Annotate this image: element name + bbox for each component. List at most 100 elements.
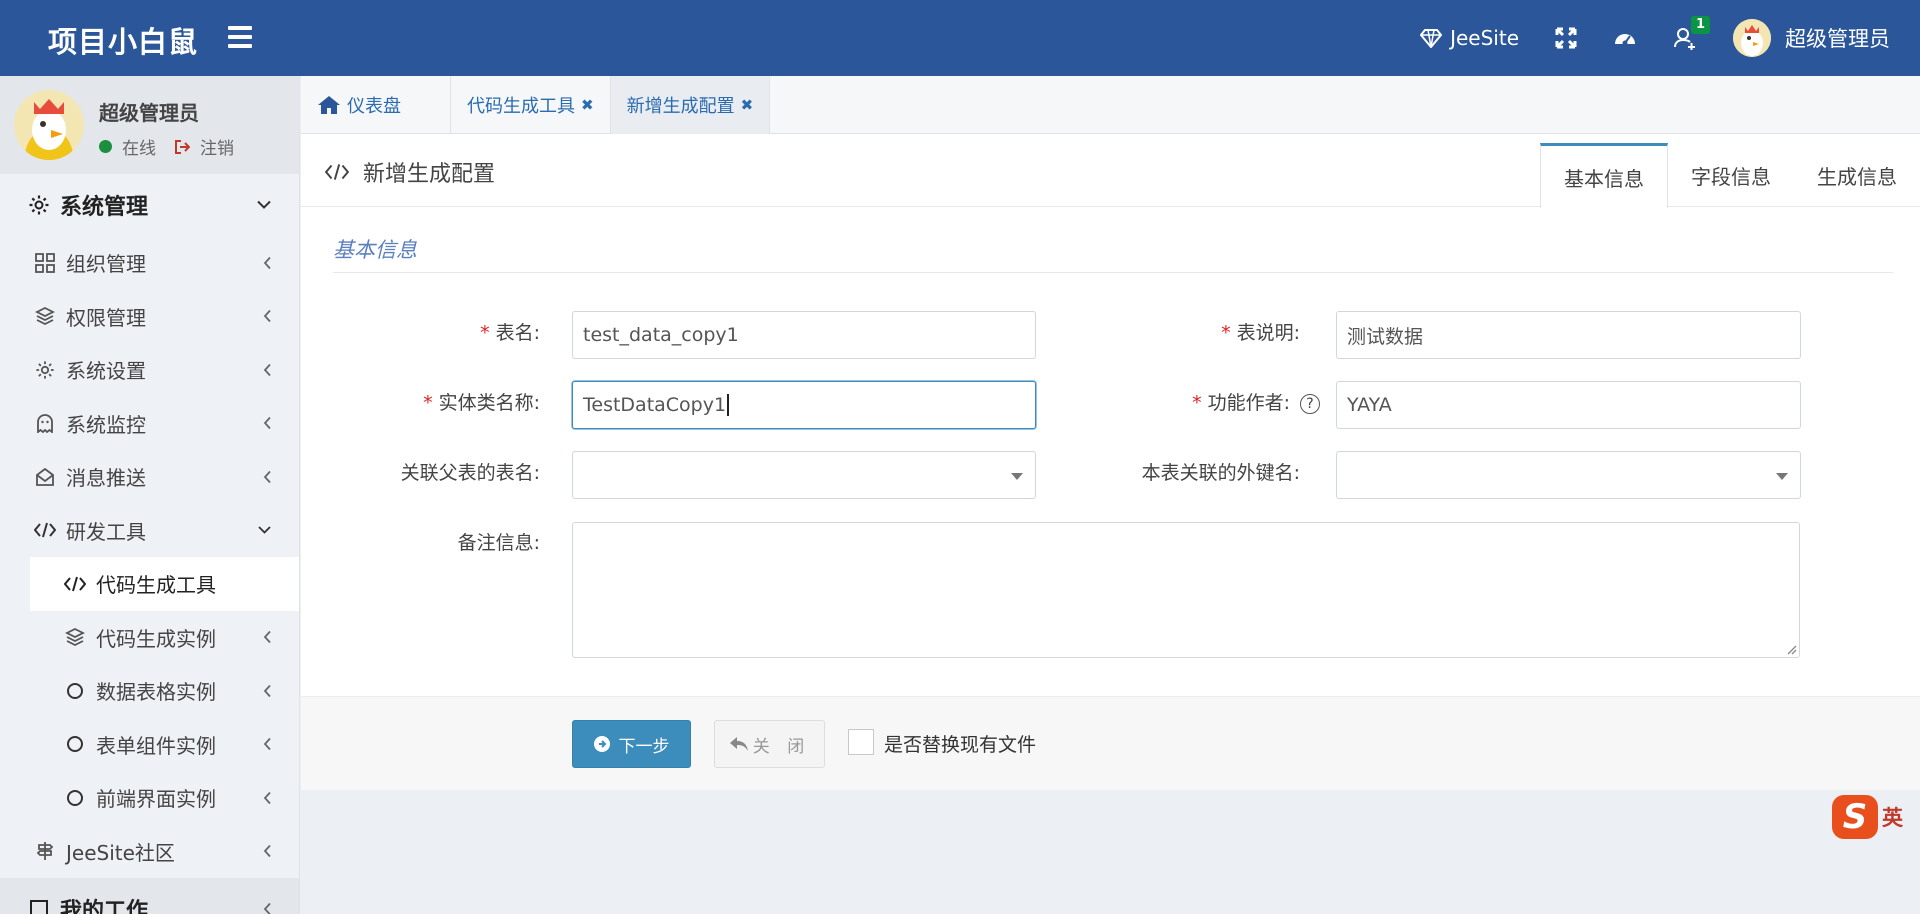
brand-title[interactable]: 项目小白鼠	[48, 19, 198, 61]
circle-icon	[62, 733, 88, 755]
tab-label: 仪表盘	[347, 96, 401, 117]
code-icon	[325, 164, 349, 180]
sidebar-item-label: 权限管理	[66, 305, 146, 330]
tab-generate-info[interactable]: 生成信息	[1794, 143, 1920, 207]
sidebar-item-label: 系统监控	[66, 412, 146, 437]
close-icon[interactable]: ✖	[741, 96, 754, 114]
page-title-text: 新增生成配置	[363, 162, 496, 187]
menu-toggle-icon[interactable]	[228, 26, 252, 48]
notification-badge: 1	[1691, 16, 1711, 34]
parent-table-label: 关联父表的表名:	[400, 462, 540, 484]
online-dot-icon	[99, 140, 112, 153]
user-menu[interactable]: 超级管理员	[1715, 0, 1920, 76]
sidebar-item-monitor[interactable]: 系统监控	[0, 397, 299, 451]
sidebar-item-label: 表单组件实例	[96, 733, 216, 758]
fullscreen-button[interactable]	[1537, 0, 1595, 76]
arrow-circle-right-icon	[593, 736, 610, 752]
chevron-left-icon	[263, 470, 271, 483]
header-user-name: 超级管理员	[1785, 27, 1890, 51]
next-step-button[interactable]: 下一步	[572, 720, 691, 768]
circle-icon	[62, 787, 88, 809]
tab-new-config[interactable]: 新增生成配置 ✖	[610, 76, 771, 134]
page-tabs: 仪表盘 代码生成工具 ✖ 新增生成配置 ✖	[301, 76, 1920, 134]
sidebar-item-devtools[interactable]: 研发工具	[0, 504, 299, 558]
sidebar-item-label: 组织管理	[66, 252, 146, 277]
close-button[interactable]: 关 闭	[714, 720, 825, 768]
chevron-left-icon	[263, 417, 271, 430]
sidebar-section-system[interactable]: 系统管理	[0, 174, 299, 236]
replace-files-label: 是否替换现有文件	[884, 734, 1037, 756]
sidebar-nav: 系统管理 组织管理 权限管理 系统设置 系统监控 消息推送 研发工具 代码生成工…	[0, 174, 299, 914]
page-title: 新增生成配置	[325, 156, 495, 188]
table-desc-label: * 表说明:	[1221, 322, 1300, 344]
logout-icon	[175, 139, 190, 154]
layers-icon	[62, 626, 88, 648]
gear-icon	[26, 194, 52, 216]
chevron-down-icon	[258, 526, 271, 535]
class-name-input[interactable]: TestDataCopy1	[572, 381, 1036, 429]
jeesite-link[interactable]: JeeSite	[1402, 0, 1537, 76]
chevron-left-icon	[263, 256, 271, 269]
sidebar-item-label: 研发工具	[66, 519, 146, 544]
tab-field-info[interactable]: 字段信息	[1668, 143, 1794, 207]
chevron-left-icon	[263, 310, 271, 323]
chevron-left-icon	[263, 902, 271, 914]
user-panel: 超级管理员 在线 注销	[0, 76, 299, 174]
table-name-input[interactable]: test_data_copy1	[572, 311, 1036, 359]
ime-mode-label: 英	[1882, 806, 1903, 830]
theme-button[interactable]	[1595, 0, 1655, 76]
user-status: 在线 注销	[99, 134, 234, 159]
chevron-left-icon	[263, 845, 271, 858]
sidebar-item-frontend-demo[interactable]: 前端界面实例	[0, 771, 299, 825]
avatar	[14, 90, 84, 160]
tab-label: 新增生成配置	[626, 96, 735, 117]
code-icon	[32, 519, 58, 541]
sidebar-item-codegen[interactable]: 代码生成工具	[30, 557, 299, 611]
expand-icon	[1555, 27, 1577, 49]
replace-files-checkbox[interactable]	[848, 729, 874, 755]
form-footer	[301, 696, 1920, 790]
ghost-icon	[32, 412, 58, 434]
sidebar-item-label: JeeSite社区	[66, 840, 175, 865]
sidebar-item-label: 系统设置	[66, 359, 146, 384]
author-label: * 功能作者:?	[1030, 388, 1320, 415]
sidebar-item-permission[interactable]: 权限管理	[0, 290, 299, 344]
sidebar-item-community[interactable]: JeeSite社区	[0, 825, 299, 879]
sidebar: 超级管理员 在线 注销 系统管理 组织管理 权限管理 系统设置 系统监控 消息推…	[0, 76, 300, 914]
sidebar-item-settings[interactable]: 系统设置	[0, 343, 299, 397]
notifications-button[interactable]: 1	[1655, 0, 1715, 76]
dropdown-arrow-icon	[1776, 473, 1788, 480]
sidebar-item-datagrid-demo[interactable]: 数据表格实例	[0, 664, 299, 718]
online-status: 在线	[122, 139, 156, 159]
chevron-left-icon	[263, 684, 271, 697]
sidebar-section-mywork[interactable]: 我的工作	[0, 878, 299, 914]
chevron-down-icon	[257, 200, 271, 209]
sidebar-item-label: 代码生成工具	[96, 573, 216, 598]
home-icon	[318, 96, 340, 114]
layers-icon	[32, 305, 58, 327]
grid-icon	[32, 252, 58, 274]
sidebar-item-form-demo[interactable]: 表单组件实例	[0, 718, 299, 772]
remarks-label: 备注信息:	[457, 532, 540, 554]
close-icon[interactable]: ✖	[581, 96, 594, 114]
table-desc-input[interactable]: 测试数据	[1336, 311, 1801, 359]
sidebar-section-label: 系统管理	[60, 195, 149, 220]
sidebar-item-org[interactable]: 组织管理	[0, 236, 299, 290]
author-input[interactable]: YAYA	[1336, 381, 1801, 429]
resize-grip-icon[interactable]	[1785, 643, 1797, 655]
sidebar-item-codegen-demo[interactable]: 代码生成实例	[0, 611, 299, 665]
remarks-textarea[interactable]	[572, 522, 1800, 658]
help-icon[interactable]: ?	[1300, 393, 1320, 414]
tab-basic-info[interactable]: 基本信息	[1540, 143, 1668, 208]
top-header: 项目小白鼠 JeeSite 1 超级管理员	[0, 0, 1920, 76]
ime-indicator[interactable]: S 英	[1832, 794, 1920, 840]
sidebar-item-message[interactable]: 消息推送	[0, 450, 299, 504]
parent-table-select[interactable]	[572, 451, 1036, 499]
tab-dashboard[interactable]: 仪表盘	[301, 76, 451, 134]
diamond-icon	[1420, 29, 1443, 48]
tab-codegen[interactable]: 代码生成工具 ✖	[451, 76, 611, 134]
sidebar-item-label: 数据表格实例	[96, 680, 216, 705]
logout-link[interactable]: 注销	[200, 134, 234, 159]
foreign-key-select[interactable]	[1336, 451, 1801, 499]
chevron-left-icon	[263, 631, 271, 644]
